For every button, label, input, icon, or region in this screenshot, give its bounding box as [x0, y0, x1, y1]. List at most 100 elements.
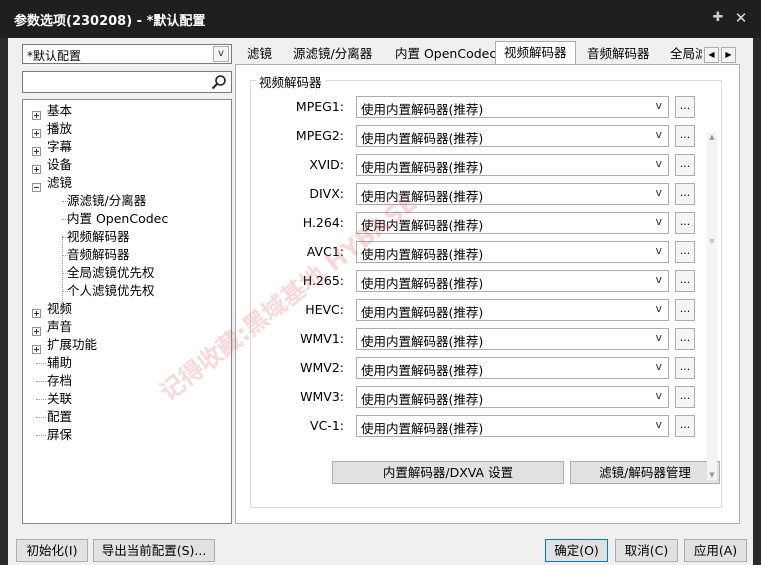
decoder-select[interactable]: 使用内置解码器(推荐) v: [356, 270, 669, 292]
tree-item-video[interactable]: 视频: [47, 300, 72, 318]
tree-item-association[interactable]: 关联: [47, 390, 72, 408]
cancel-button[interactable]: 取消(C): [615, 539, 678, 562]
tree-item-assist[interactable]: 辅助: [47, 354, 72, 372]
scroll-down-icon[interactable]: ▼: [707, 470, 717, 480]
window-title: 参数选项(230208) - *默认配置: [14, 14, 206, 29]
decoder-label: WMV3:: [300, 389, 344, 404]
decoder-more-button[interactable]: ...: [675, 212, 695, 234]
chevron-down-icon[interactable]: v: [655, 244, 662, 257]
scroll-up-icon[interactable]: ▲: [707, 132, 717, 142]
chevron-down-icon[interactable]: v: [655, 331, 662, 344]
decoder-label: XVID:: [309, 157, 344, 172]
tree-item-video-decoder[interactable]: 视频解码器: [67, 228, 130, 246]
tree-item-opencodec[interactable]: 内置 OpenCodec: [67, 210, 168, 228]
decoder-label: WMV2:: [300, 360, 344, 375]
close-icon[interactable]: ✕: [733, 10, 749, 26]
decoder-more-button[interactable]: ...: [675, 415, 695, 437]
decoder-more-button[interactable]: ...: [675, 328, 695, 350]
decoder-select[interactable]: 使用内置解码器(推荐) v: [356, 415, 669, 437]
decoder-select-value: 使用内置解码器(推荐): [361, 334, 484, 349]
decoder-more-button[interactable]: ...: [675, 270, 695, 292]
apply-button[interactable]: 应用(A): [684, 539, 747, 562]
decoder-more-button[interactable]: ...: [675, 154, 695, 176]
title-bar[interactable]: 参数选项(230208) - *默认配置 ✚ ✕: [0, 0, 761, 38]
export-config-button[interactable]: 导出当前配置(S)...: [93, 539, 215, 562]
tree-item-filters[interactable]: 滤镜: [47, 174, 72, 192]
tree-item-config[interactable]: 配置: [47, 408, 72, 426]
chevron-down-icon[interactable]: v: [655, 186, 662, 199]
decoder-select-value: 使用内置解码器(推荐): [361, 363, 484, 378]
scroll-grip-icon[interactable]: ≡: [708, 238, 716, 245]
panel-scrollbar[interactable]: ▲ ≡ ▼: [707, 132, 717, 480]
decoder-select-value: 使用内置解码器(推荐): [361, 421, 484, 436]
decoder-more-button[interactable]: ...: [675, 125, 695, 147]
initialize-button[interactable]: 初始化(I): [16, 539, 88, 562]
decoder-select-value: 使用内置解码器(推荐): [361, 276, 484, 291]
search-icon[interactable]: [211, 74, 227, 90]
decoder-select-value: 使用内置解码器(推荐): [361, 102, 484, 117]
decoder-more-button[interactable]: ...: [675, 299, 695, 321]
ok-button[interactable]: 确定(O): [545, 539, 608, 562]
pin-icon[interactable]: ✚: [711, 11, 725, 25]
dxva-settings-button[interactable]: 内置解码器/DXVA 设置: [332, 461, 564, 484]
expand-icon[interactable]: [32, 327, 41, 336]
chevron-down-icon[interactable]: v: [655, 302, 662, 315]
expand-icon[interactable]: [32, 147, 41, 156]
tree-item-extensions[interactable]: 扩展功能: [47, 336, 97, 354]
chevron-down-icon[interactable]: v: [655, 215, 662, 228]
chevron-down-icon[interactable]: v: [655, 128, 662, 141]
tree-item-source-filter[interactable]: 源滤镜/分离器: [67, 192, 146, 210]
search-input[interactable]: [22, 71, 232, 93]
tab-opencodec[interactable]: 内置 OpenCodec: [395, 44, 496, 64]
chevron-down-icon[interactable]: v: [655, 273, 662, 286]
filter-manager-button[interactable]: 滤镜/解码器管理: [570, 461, 720, 484]
chevron-down-icon[interactable]: v: [655, 360, 662, 373]
decoder-select[interactable]: 使用内置解码器(推荐) v: [356, 386, 669, 408]
tree-item-devices[interactable]: 设备: [47, 156, 72, 174]
tree-item-global-filter-priority[interactable]: 全局滤镜优先权: [67, 264, 155, 282]
tab-filters[interactable]: 滤镜: [247, 44, 272, 64]
decoder-more-button[interactable]: ...: [675, 386, 695, 408]
decoder-select[interactable]: 使用内置解码器(推荐) v: [356, 241, 669, 263]
decoder-select-value: 使用内置解码器(推荐): [361, 305, 484, 320]
decoder-more-button[interactable]: ...: [675, 357, 695, 379]
tab-scroll-left-icon[interactable]: ◀: [704, 47, 719, 63]
tab-global-filter[interactable]: 全局滤: [670, 44, 702, 64]
decoder-select[interactable]: 使用内置解码器(推荐) v: [356, 96, 669, 118]
decoder-more-button[interactable]: ...: [675, 241, 695, 263]
chevron-down-icon[interactable]: v: [655, 418, 662, 431]
tree-item-archive[interactable]: 存档: [47, 372, 72, 390]
tab-scroll-right-icon[interactable]: ▶: [721, 47, 736, 63]
chevron-down-icon[interactable]: v: [655, 389, 662, 402]
tree-item-screensaver[interactable]: 屏保: [47, 426, 72, 444]
expand-icon[interactable]: [32, 165, 41, 174]
expand-icon[interactable]: [32, 309, 41, 318]
decoder-select-value: 使用内置解码器(推荐): [361, 131, 484, 146]
expand-icon[interactable]: [32, 111, 41, 120]
tree-item-playback[interactable]: 播放: [47, 120, 72, 138]
settings-tree[interactable]: 基本 播放 字幕 设备 滤镜 源滤镜/分离器 内置 OpenCodec 视频解码…: [22, 99, 232, 524]
tree-item-subtitles[interactable]: 字幕: [47, 138, 72, 156]
decoder-select[interactable]: 使用内置解码器(推荐) v: [356, 154, 669, 176]
tree-item-audio-decoder[interactable]: 音频解码器: [67, 246, 130, 264]
tab-video-decoder[interactable]: 视频解码器: [495, 41, 576, 65]
tree-item-personal-filter-priority[interactable]: 个人滤镜优先权: [67, 282, 155, 300]
tree-item-basic[interactable]: 基本: [47, 102, 72, 120]
decoder-select[interactable]: 使用内置解码器(推荐) v: [356, 125, 669, 147]
expand-icon[interactable]: [32, 129, 41, 138]
chevron-down-icon[interactable]: v: [655, 99, 662, 112]
decoder-label: MPEG2:: [295, 128, 344, 143]
chevron-down-icon[interactable]: v: [213, 46, 229, 62]
decoder-more-button[interactable]: ...: [675, 183, 695, 205]
profile-combo[interactable]: *默认配置 v: [22, 44, 232, 64]
tab-audio-decoder[interactable]: 音频解码器: [587, 44, 650, 64]
collapse-icon[interactable]: [32, 183, 41, 192]
decoder-select[interactable]: 使用内置解码器(推荐) v: [356, 328, 669, 350]
decoder-more-button[interactable]: ...: [675, 96, 695, 118]
decoder-select[interactable]: 使用内置解码器(推荐) v: [356, 357, 669, 379]
decoder-select[interactable]: 使用内置解码器(推荐) v: [356, 299, 669, 321]
tree-item-audio[interactable]: 声音: [47, 318, 72, 336]
tab-source-filter[interactable]: 源滤镜/分离器: [293, 44, 372, 64]
chevron-down-icon[interactable]: v: [655, 157, 662, 170]
expand-icon[interactable]: [32, 345, 41, 354]
